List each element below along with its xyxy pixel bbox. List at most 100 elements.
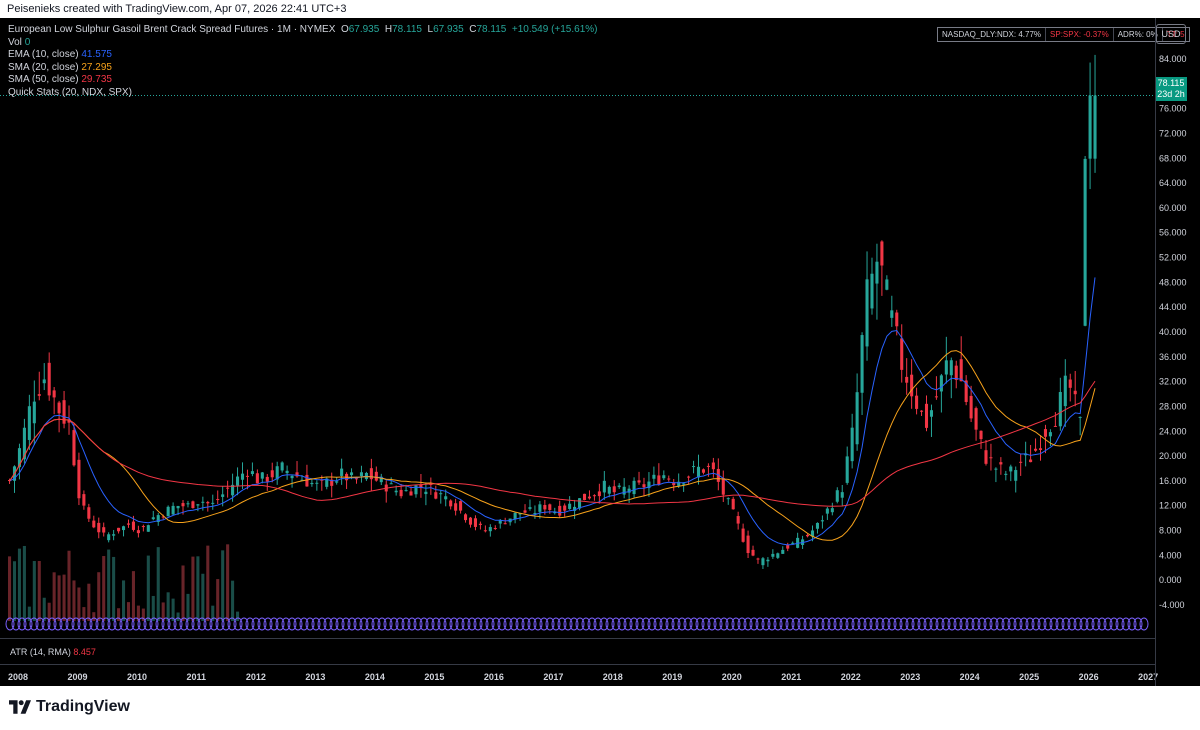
chart-panel[interactable]: 84.00080.00076.00072.00068.00064.00060.0…: [0, 18, 1200, 686]
quick-stats-table: NASDAQ_DLY:NDX: 4.77% SP:SPX: -0.37% ADR…: [937, 27, 1190, 42]
candle-body: [870, 273, 874, 309]
volume-bar: [12, 561, 17, 621]
y-tick-label: 56.000: [1159, 228, 1187, 238]
axis-separator: [0, 664, 1155, 665]
candle-body: [637, 480, 641, 483]
candle-body: [146, 525, 150, 532]
volume-bar: [8, 556, 12, 621]
price-chart[interactable]: 84.00080.00076.00072.00068.00064.00060.0…: [0, 18, 1200, 686]
candle-body: [667, 478, 671, 480]
candle-body: [97, 522, 101, 533]
candle-body: [1088, 95, 1092, 159]
candle-body: [82, 494, 86, 506]
candle-body: [245, 475, 249, 477]
candle-body: [459, 501, 463, 511]
y-tick-label: 16.000: [1159, 476, 1187, 486]
candle-body: [260, 472, 264, 479]
legend: European Low Sulphur Gasoil Brent Crack …: [8, 24, 598, 99]
candle-body: [597, 491, 601, 497]
legend-quick-stats[interactable]: Quick Stats (20, NDX, SPX): [8, 87, 598, 100]
candle-body: [434, 492, 438, 499]
quick-stats-marker: [1139, 617, 1149, 631]
y-tick-label: 44.000: [1159, 302, 1187, 312]
candle-body: [350, 472, 354, 476]
volume-bar: [236, 611, 240, 621]
candle-body: [786, 545, 790, 549]
legend-sma20[interactable]: SMA (20, close) 27.295: [8, 62, 598, 75]
y-tick-label: 0.000: [1159, 575, 1182, 585]
x-tick-label: 2013: [305, 672, 325, 682]
candle-body: [994, 468, 998, 470]
legend-volume[interactable]: Vol 0: [8, 37, 598, 50]
volume-bar: [122, 580, 126, 621]
candle-body: [250, 471, 254, 475]
tradingview-logo-icon: [9, 700, 31, 714]
candle-body: [781, 549, 785, 554]
candle-body: [880, 241, 884, 266]
candle-body: [166, 506, 170, 517]
volume-bar: [196, 556, 200, 621]
symbol-title[interactable]: European Low Sulphur Gasoil Brent Crack …: [8, 24, 335, 35]
candle-body: [181, 503, 185, 507]
candle-body: [483, 530, 487, 532]
candle-body: [726, 498, 730, 500]
volume-bar: [181, 565, 185, 621]
candle-body: [47, 362, 51, 396]
footer: TradingView: [0, 686, 1200, 730]
candle-body: [359, 472, 363, 477]
x-tick-label: 2023: [900, 672, 920, 682]
candle-body: [890, 310, 894, 318]
candle-body: [1093, 95, 1097, 159]
volume-bar: [151, 595, 155, 621]
candle-body: [959, 359, 963, 382]
candle-body: [523, 510, 527, 513]
candle-body: [989, 457, 993, 459]
tradingview-logo[interactable]: TradingView: [9, 698, 130, 716]
last-price-value: 78.115: [1157, 78, 1185, 88]
candle-body: [102, 527, 106, 533]
candle-body: [1004, 473, 1008, 475]
volume-bar: [92, 612, 96, 621]
candle-body: [939, 375, 943, 392]
candle-body: [216, 499, 220, 501]
legend-sma50[interactable]: SMA (50, close) 29.735: [8, 74, 598, 87]
x-tick-label: 2026: [1079, 672, 1099, 682]
candle-body: [310, 482, 314, 485]
x-tick-label: 2022: [841, 672, 861, 682]
candle-body: [791, 542, 795, 544]
last-price-tag: 78.115 23d 2h: [1155, 77, 1187, 101]
volume-bar: [37, 561, 41, 621]
y-tick-label: 28.000: [1159, 401, 1187, 411]
candle-body: [1068, 379, 1072, 388]
y-tick-label: 48.000: [1159, 277, 1187, 287]
candle-body: [1014, 470, 1018, 481]
candle-body: [568, 503, 572, 509]
candle-body: [439, 493, 443, 495]
atr-legend[interactable]: ATR (14, RMA) 8.457: [10, 647, 96, 657]
currency-button[interactable]: USD: [1156, 24, 1186, 44]
candle-body: [1058, 392, 1062, 427]
candle-body: [240, 473, 245, 480]
candle-body: [131, 521, 135, 530]
candle-body: [652, 474, 656, 479]
candle-body: [979, 430, 983, 440]
volume-bar: [32, 561, 36, 621]
candle-body: [454, 503, 458, 511]
candle-body: [37, 394, 41, 396]
candle-body: [315, 482, 319, 484]
x-tick-label: 2024: [960, 672, 980, 682]
legend-ema[interactable]: EMA (10, close) 41.575: [8, 49, 598, 62]
candle-body: [196, 504, 200, 506]
y-tick-label: 12.000: [1159, 501, 1187, 511]
candle-body: [176, 505, 180, 509]
y-tick-label: 64.000: [1159, 178, 1187, 188]
bar-countdown: 23d 2h: [1157, 89, 1185, 99]
candle-body: [374, 471, 378, 481]
candle-body: [905, 376, 909, 383]
candle-body: [533, 512, 537, 514]
candle-body: [409, 491, 413, 496]
pane-separator[interactable]: [0, 638, 1155, 639]
candle-body: [895, 312, 899, 327]
candle-body: [468, 517, 473, 525]
candle-body: [449, 500, 453, 507]
